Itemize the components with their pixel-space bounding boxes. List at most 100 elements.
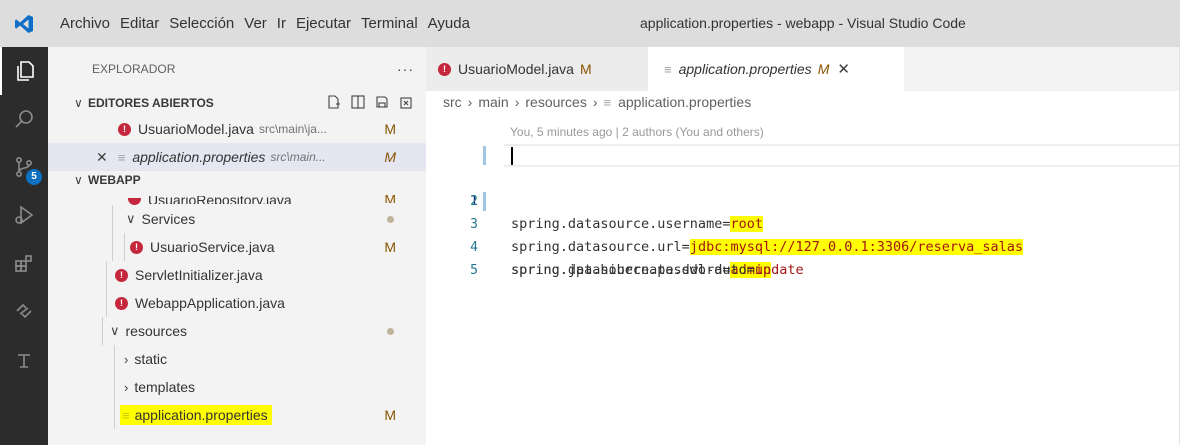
current-line-highlight xyxy=(504,144,1180,167)
close-all-icon[interactable] xyxy=(398,94,414,110)
git-status-badge: M xyxy=(817,61,830,77)
menu-archivo[interactable]: Archivo xyxy=(48,0,115,47)
line-text: spring.jpa.hibernate.ddl-auto=update xyxy=(511,259,804,282)
workspace-header[interactable]: ∨ WEBAPP xyxy=(48,171,426,191)
breadcrumb-item[interactable]: resources xyxy=(525,94,586,110)
property-key: spring.jpa.hibernate.ddl-auto= xyxy=(511,262,755,278)
source-control-badge: 5 xyxy=(26,169,42,185)
close-tab-icon[interactable]: ✕ xyxy=(837,60,850,78)
breadcrumb-item[interactable]: src xyxy=(443,94,462,110)
chevron-right-icon: › xyxy=(467,94,473,110)
git-status-badge: M xyxy=(384,149,396,165)
git-modified-gutter xyxy=(483,146,486,165)
tab-usuariomodel[interactable]: ! UsuarioModel.java M xyxy=(426,47,648,91)
tree-item-webappapplication[interactable]: ! WebappApplication.java xyxy=(48,289,426,317)
search-icon[interactable] xyxy=(0,95,48,143)
git-status-badge: M xyxy=(384,195,396,203)
tree-item-servletinitializer[interactable]: ! ServletInitializer.java xyxy=(48,261,426,289)
code-line: 4 spring.jpa.hibernate.ddl-auto=update xyxy=(426,213,1180,278)
indent-guide xyxy=(112,205,113,233)
tree-item-usuarioservice[interactable]: ! UsuarioService.java M xyxy=(48,233,426,261)
breadcrumb-item[interactable]: application.properties xyxy=(618,94,751,110)
indent-guide xyxy=(114,401,115,429)
modified-dot xyxy=(387,328,394,335)
properties-file-icon: ≡ xyxy=(122,407,130,423)
modified-dot xyxy=(387,216,394,223)
title-bar: Archivo Editar Selección Ver Ir Ejecutar… xyxy=(0,0,1180,47)
menu-ejecutar[interactable]: Ejecutar xyxy=(291,0,356,47)
chevron-right-icon: › xyxy=(124,351,129,367)
menu-ir[interactable]: Ir xyxy=(272,0,291,47)
text-cursor xyxy=(511,147,513,165)
extensions-icon[interactable] xyxy=(0,239,48,287)
tree-item-application-properties[interactable]: ≡ application.properties M xyxy=(48,401,426,429)
git-modified-gutter xyxy=(483,192,486,211)
testing-icon[interactable] xyxy=(0,335,48,383)
remote-icon[interactable] xyxy=(0,287,48,335)
source-control-icon[interactable]: 5 xyxy=(0,143,48,191)
menu-seleccion[interactable]: Selección xyxy=(164,0,239,47)
new-untitled-file-icon[interactable] xyxy=(326,94,342,110)
chevron-right-icon: › xyxy=(124,379,129,395)
tree-item-label: UsuarioRepository.java xyxy=(148,196,292,204)
chevron-down-icon: ∨ xyxy=(74,173,83,187)
tree-item-label: ServletInitializer.java xyxy=(135,267,263,283)
menu-bar: Archivo Editar Selección Ver Ir Ejecutar… xyxy=(48,0,475,47)
git-status-badge: M xyxy=(384,121,396,137)
indent-guide xyxy=(106,261,107,289)
activity-bar: 5 xyxy=(0,47,48,445)
java-error-icon xyxy=(128,198,141,205)
properties-file-icon: ≡ xyxy=(664,61,672,77)
chevron-right-icon: › xyxy=(592,94,598,110)
indent-guide xyxy=(124,233,125,261)
vscode-logo-icon xyxy=(0,0,48,47)
open-editor-label: UsuarioModel.java xyxy=(138,121,254,137)
tree-item-label: templates xyxy=(134,379,196,395)
workspace-label: WEBAPP xyxy=(88,173,141,187)
tree-folder-templates[interactable]: › templates xyxy=(48,373,426,401)
editor-area: ! UsuarioModel.java M ≡ application.prop… xyxy=(426,47,1180,445)
menu-ayuda[interactable]: Ayuda xyxy=(423,0,475,47)
menu-editar[interactable]: Editar xyxy=(115,0,164,47)
tree-item-label: resources xyxy=(125,323,187,339)
java-error-icon: ! xyxy=(438,62,451,76)
tree-item-label: WebappApplication.java xyxy=(135,295,285,311)
java-error-icon: ! xyxy=(115,296,128,310)
breadcrumb-item[interactable]: main xyxy=(478,94,508,110)
tree-item-label: application.properties xyxy=(134,407,268,423)
open-editors-label: EDITORES ABIERTOS xyxy=(88,96,214,110)
tree-folder-static[interactable]: › static xyxy=(48,345,426,373)
indent-guide xyxy=(112,233,113,261)
tree-item-label: Services xyxy=(141,211,196,227)
breadcrumb: src › main › resources › ≡ application.p… xyxy=(426,91,1180,113)
code-line: 1 spring.datasource.url=jdbc:mysql://127… xyxy=(426,144,1180,255)
run-debug-icon[interactable] xyxy=(0,191,48,239)
open-editor-item-application-properties[interactable]: ✕ ≡ application.properties src\main... M xyxy=(48,143,426,171)
save-all-icon[interactable] xyxy=(374,94,390,110)
tree-item-usuariorepository[interactable]: UsuarioRepository.java M xyxy=(48,191,426,205)
tree-folder-resources[interactable]: ∨ resources xyxy=(48,317,426,345)
chevron-down-icon: ∨ xyxy=(74,96,83,110)
explorer-title: EXPLORADOR xyxy=(92,62,176,76)
code-line: 2 spring.datasource.username=root xyxy=(426,167,1180,232)
git-status-badge: M xyxy=(384,239,396,255)
more-actions-button[interactable]: ··· xyxy=(397,61,414,77)
git-blame-codelens[interactable]: You, 5 minutes ago | 2 authors (You and … xyxy=(510,125,764,139)
tab-application-properties[interactable]: ≡ application.properties M ✕ xyxy=(648,47,904,91)
indent-guide xyxy=(114,345,115,373)
code-editor[interactable]: 1 spring.datasource.url=jdbc:mysql://127… xyxy=(426,144,1180,278)
property-value: update xyxy=(754,262,804,278)
code-line: 5 xyxy=(426,236,1180,278)
open-editor-item-usuariomodel[interactable]: ! UsuarioModel.java src\main\ja... M xyxy=(48,115,426,143)
open-editors-header[interactable]: ∨ EDITORES ABIERTOS xyxy=(48,91,426,115)
tree-item-label: static xyxy=(134,351,168,367)
toggle-vertical-layout-icon[interactable] xyxy=(350,94,366,110)
open-editor-label: application.properties xyxy=(132,149,266,165)
close-icon[interactable]: ✕ xyxy=(96,149,108,166)
explorer-icon[interactable] xyxy=(0,47,48,95)
tree-folder-services[interactable]: ∨ Services xyxy=(48,205,426,233)
menu-ver[interactable]: Ver xyxy=(239,0,272,47)
menu-terminal[interactable]: Terminal xyxy=(356,0,423,47)
window-title: application.properties - webapp - Visual… xyxy=(640,15,966,31)
indent-guide xyxy=(106,289,107,317)
